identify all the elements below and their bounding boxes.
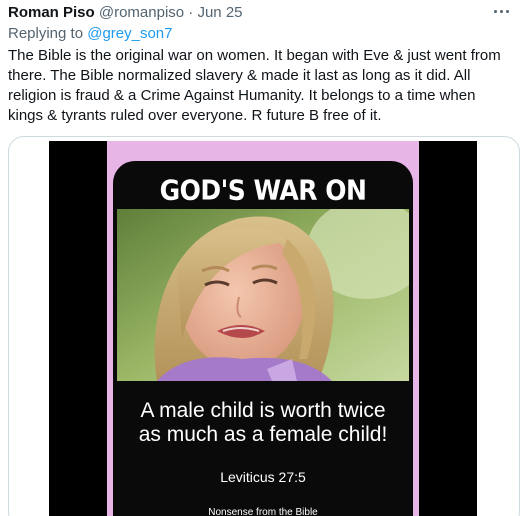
poster-caption: A male child is worth twice as much as a… — [113, 399, 413, 447]
header-separator: · — [188, 4, 194, 21]
poster-frame: GOD'S WAR ON WOMEN — [107, 141, 419, 516]
poster-source: Nonsense from the Bible — [208, 507, 318, 516]
tweet-date[interactable]: Jun 25 — [197, 4, 242, 21]
crying-girl-photo — [117, 209, 409, 381]
caption-line-2: as much as a female child! — [138, 423, 388, 446]
author-name[interactable]: Roman Piso — [8, 4, 95, 21]
tweet-text: The Bible is the original war on women. … — [8, 47, 501, 124]
more-options-icon[interactable] — [488, 0, 514, 22]
poster-verse: Leviticus 27:5 — [220, 469, 306, 485]
tweet[interactable]: Roman Piso @romanpiso · Jun 25 Replying … — [0, 0, 526, 516]
author-handle[interactable]: @romanpiso — [99, 4, 184, 21]
reply-context: Replying to @grey_son7 — [8, 24, 173, 44]
poster-panel: GOD'S WAR ON WOMEN — [113, 161, 413, 516]
tweet-header: Roman Piso @romanpiso · Jun 25 — [8, 3, 243, 23]
reply-to-link[interactable]: @grey_son7 — [87, 25, 172, 42]
caption-line-1: A male child is worth twice — [140, 399, 386, 422]
media-card[interactable]: GOD'S WAR ON WOMEN — [8, 136, 520, 516]
reply-prefix: Replying to — [8, 25, 84, 42]
poster-image: GOD'S WAR ON WOMEN — [49, 141, 477, 516]
